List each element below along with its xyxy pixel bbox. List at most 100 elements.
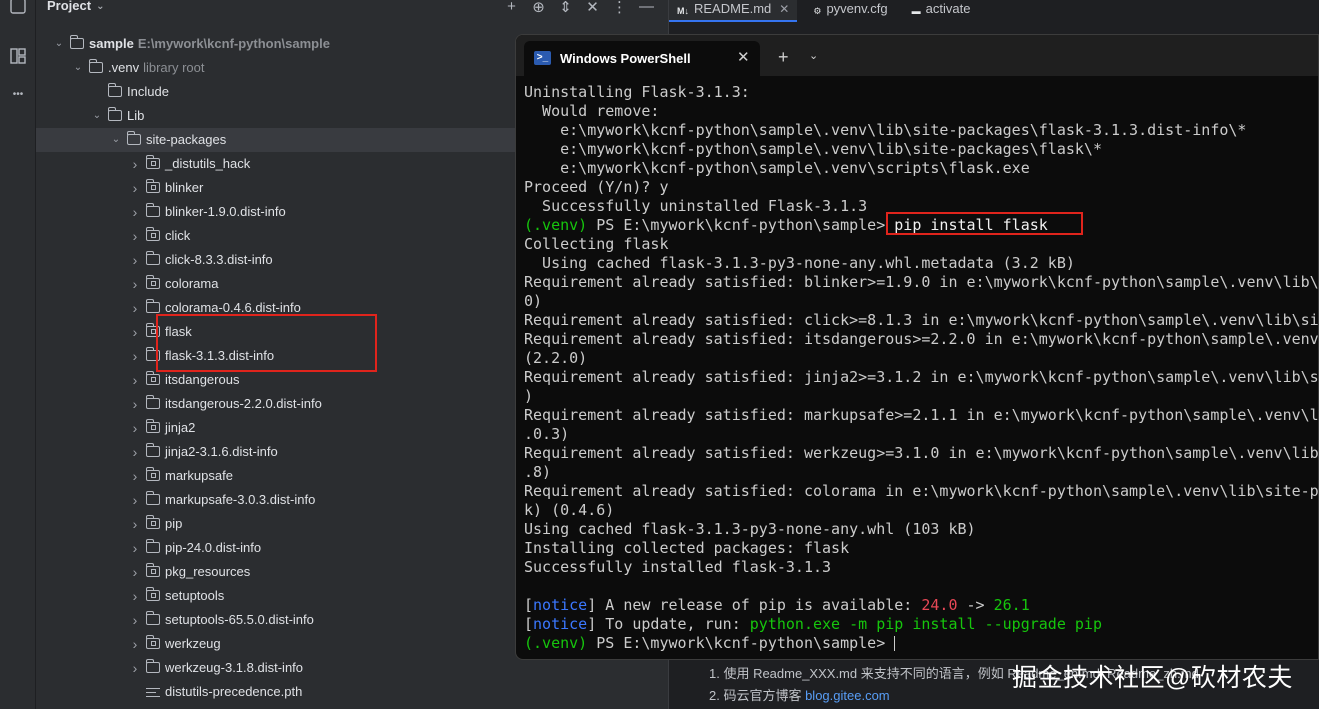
hide-icon[interactable]: — (633, 0, 660, 16)
chevron-right-icon[interactable]: › (128, 152, 142, 176)
terminal-text: e:\mywork\kcnf-python\sample\.venv\lib\s… (524, 121, 1247, 139)
chevron-right-icon[interactable]: › (128, 392, 142, 416)
collapse-all-icon[interactable]: ✕ (579, 0, 606, 16)
editor-tab[interactable]: ⚙ pyvenv.cfg (805, 0, 895, 22)
editor-tab-label: pyvenv.cfg (826, 1, 888, 16)
expand-all-icon[interactable]: ⇕ (552, 0, 579, 16)
editor-tab[interactable]: M↓ README.md ✕ (669, 0, 798, 22)
chevron-right-icon[interactable]: › (128, 512, 142, 536)
tree-item-label: _distutils_hack (165, 156, 251, 171)
terminal-text: .0.3) (524, 425, 570, 443)
editor-tab-label: activate (925, 1, 971, 16)
chevron-right-icon[interactable]: › (128, 656, 142, 680)
editor-tab[interactable]: ▬ activate (904, 0, 979, 22)
chevron-right-icon[interactable]: › (128, 200, 142, 224)
terminal-text: Installing collected packages: flask (524, 539, 850, 557)
folder-icon (107, 83, 122, 97)
tree-item[interactable]: distutils-precedence.pth (36, 680, 668, 704)
chevron-right-icon[interactable]: › (128, 560, 142, 584)
chevron-right-icon[interactable]: › (128, 632, 142, 656)
package-icon (145, 155, 160, 169)
chevron-right-icon[interactable]: › (128, 272, 142, 296)
terminal-line: Successfully installed flask-3.1.3 (524, 558, 1318, 577)
terminal-text: (.venv) (524, 216, 588, 234)
module-folder-icon (69, 35, 84, 49)
chevron-down-icon[interactable]: ⌄ (71, 56, 85, 80)
terminal-text: -> (957, 596, 994, 614)
blog-link[interactable]: blog.gitee.com (805, 688, 890, 703)
terminal-tab[interactable]: >_ Windows PowerShell ✕ (524, 41, 760, 76)
chevron-right-icon[interactable]: › (128, 536, 142, 560)
terminal-text: Successfully uninstalled Flask-3.1.3 (524, 197, 868, 215)
terminal-text: notice (533, 596, 588, 614)
chevron-right-icon[interactable]: › (128, 464, 142, 488)
project-tool-icon[interactable] (6, 0, 30, 18)
highlight-box-pip-command (886, 212, 1083, 235)
chevron-right-icon[interactable]: › (128, 416, 142, 440)
chevron-down-icon: ⌄ (96, 1, 105, 13)
chevron-right-icon[interactable]: › (128, 608, 142, 632)
terminal-line: Requirement already satisfied: markupsaf… (524, 406, 1318, 425)
terminal-line: Would remove: (524, 102, 1318, 121)
terminal-text: 24.0 (921, 596, 958, 614)
chevron-down-icon[interactable]: ⌄ (809, 49, 818, 62)
terminal-text: 0) (524, 292, 543, 310)
add-icon[interactable]: + (498, 0, 525, 16)
folder-icon (126, 131, 141, 145)
tree-item-label: Include (127, 84, 169, 99)
terminal-output[interactable]: Uninstalling Flask-3.1.3: Would remove: … (524, 83, 1319, 653)
terminal-text: Requirement already satisfied: werkzeug>… (524, 444, 1319, 462)
chevron-down-icon[interactable]: ⌄ (109, 128, 123, 152)
terminal-text: python.exe -m pip install --upgrade pip (749, 615, 1102, 633)
terminal-text: Requirement already satisfied: blinker>=… (524, 273, 1319, 291)
close-icon[interactable]: ✕ (737, 48, 750, 66)
chevron-right-icon[interactable]: › (128, 440, 142, 464)
package-icon (145, 419, 160, 433)
chevron-right-icon[interactable]: › (128, 344, 142, 368)
chevron-right-icon[interactable]: › (128, 296, 142, 320)
terminal-text: .8) (524, 463, 552, 481)
locate-icon[interactable]: ⊕ (525, 0, 552, 16)
tree-item-label: site-packages (146, 132, 227, 147)
tree-item-label: pip (165, 516, 183, 531)
structure-tool-icon[interactable] (6, 44, 30, 68)
terminal-text: [ (524, 596, 534, 614)
chevron-right-icon[interactable]: › (128, 488, 142, 512)
tree-item-label: markupsafe-3.0.3.dist-info (165, 492, 316, 507)
chevron-right-icon[interactable]: › (128, 584, 142, 608)
new-tab-button[interactable]: + (778, 47, 789, 68)
terminal-text: Uninstalling Flask-3.1.3: (524, 83, 750, 101)
tree-item-label: setuptools (165, 588, 225, 603)
tree-item-label: Lib (127, 108, 145, 123)
chevron-down-icon[interactable]: ⌄ (90, 104, 104, 128)
terminal-line: Installing collected packages: flask (524, 539, 1318, 558)
terminal-line: ) (524, 387, 1318, 406)
package-icon (145, 371, 160, 385)
package-icon (145, 563, 160, 577)
terminal-text: (.venv) (524, 634, 588, 652)
tree-item-label: jinja2-3.1.6.dist-info (165, 444, 278, 459)
terminal-text: PS E:\mywork\kcnf-python\sample> (587, 634, 895, 652)
terminal-text: ] To update, run: (587, 615, 750, 633)
chevron-right-icon[interactable]: › (128, 248, 142, 272)
chevron-down-icon[interactable]: ⌄ (52, 32, 66, 56)
more-tools-icon[interactable]: ••• (6, 82, 30, 106)
terminal-text: Requirement already satisfied: colorama … (524, 482, 1319, 500)
file-type-icon: M↓ (677, 6, 689, 16)
terminal-text: [ (524, 615, 534, 633)
project-view-selector[interactable]: Project ⌄ (47, 0, 104, 13)
tree-item-label: .venv library root (108, 60, 205, 75)
tree-item-label: colorama (165, 276, 219, 291)
chevron-right-icon[interactable]: › (128, 176, 142, 200)
terminal-text: e:\mywork\kcnf-python\sample\.venv\scrip… (524, 159, 1030, 177)
package-icon (145, 587, 160, 601)
chevron-right-icon[interactable]: › (128, 224, 142, 248)
close-icon[interactable]: ✕ (779, 0, 789, 18)
chevron-right-icon[interactable]: › (128, 368, 142, 392)
terminal-text: Requirement already satisfied: jinja2>=3… (524, 368, 1319, 386)
tree-item-label: werkzeug (165, 636, 221, 651)
chevron-right-icon[interactable]: › (128, 320, 142, 344)
options-icon[interactable]: ⋮ (606, 0, 633, 16)
terminal-line: Requirement already satisfied: itsdanger… (524, 330, 1318, 349)
